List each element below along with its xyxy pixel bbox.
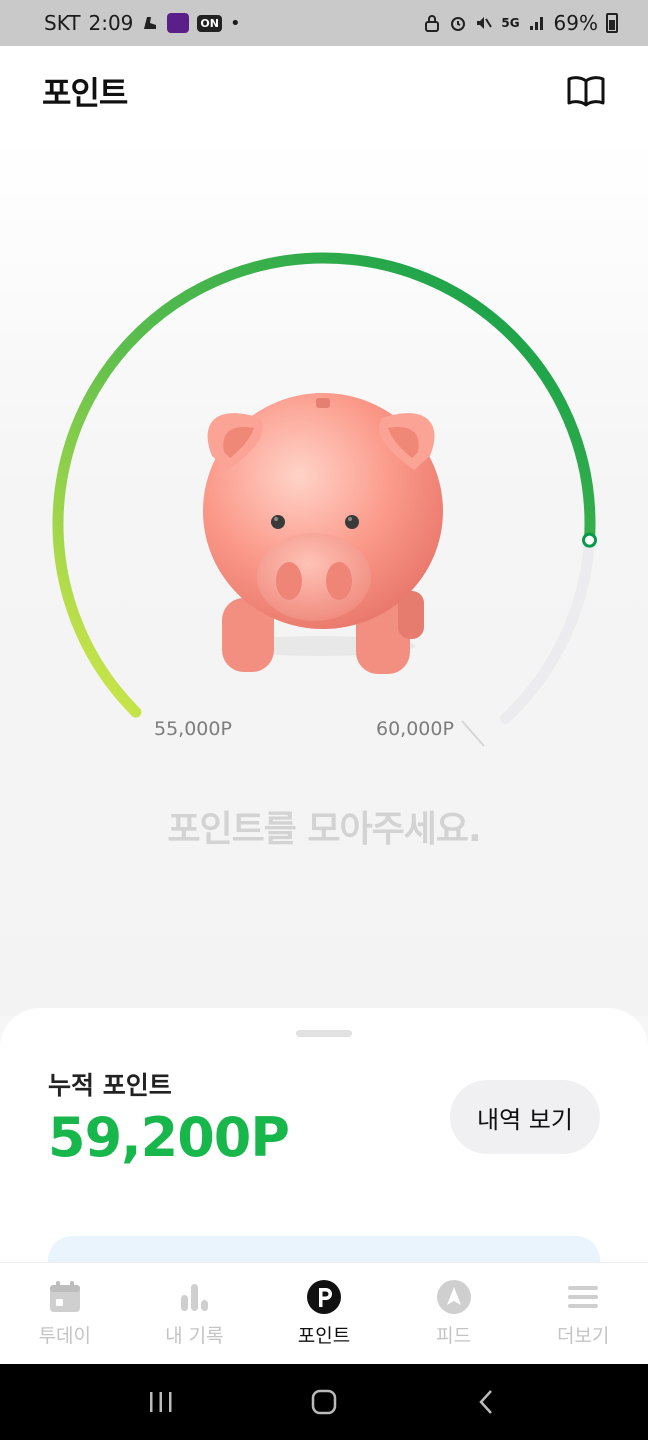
points-summary-sheet[interactable]: 누적 포인트 59,200P 내역 보기 bbox=[0, 1008, 648, 1296]
tab-more[interactable]: 더보기 bbox=[518, 1263, 648, 1364]
tab-feed[interactable]: 피드 bbox=[389, 1263, 519, 1364]
tab-label-today: 투데이 bbox=[38, 1325, 92, 1347]
compass-icon bbox=[436, 1280, 471, 1314]
tab-label-points: 포인트 bbox=[297, 1325, 351, 1347]
system-navigation-bar bbox=[0, 1364, 648, 1440]
carrier: SKT bbox=[44, 11, 81, 35]
app-notification-icon bbox=[167, 13, 190, 33]
mute-icon bbox=[477, 17, 493, 29]
boot-icon bbox=[144, 17, 157, 29]
calendar-icon bbox=[49, 1281, 80, 1312]
gauge-marker bbox=[582, 532, 598, 548]
piggy-bank-illustration bbox=[203, 393, 443, 674]
bottom-tab-bar: 투데이 내 기록 포인트 피드 더보기 bbox=[0, 1262, 648, 1364]
point-icon bbox=[306, 1280, 341, 1314]
view-history-button[interactable]: 내역 보기 bbox=[450, 1080, 600, 1154]
points-gauge-area: 55,000P 60,000P 포인트를 모아주세요. bbox=[0, 136, 648, 1016]
page-title: 포인트 bbox=[42, 74, 128, 112]
tab-label-feed: 피드 bbox=[436, 1325, 472, 1347]
lock-icon bbox=[425, 15, 440, 32]
status-bar: SKT 2:09 ON • 5G 69% bbox=[0, 0, 648, 46]
recent-apps-icon[interactable] bbox=[146, 1387, 176, 1417]
gauge-max-label: 60,000P bbox=[376, 718, 454, 740]
gauge-min-label: 55,000P bbox=[154, 718, 232, 740]
gauge-max-tick bbox=[461, 720, 485, 747]
sheet-drag-handle[interactable] bbox=[296, 1030, 352, 1037]
network-type: 5G bbox=[501, 16, 520, 30]
points-gauge bbox=[52, 252, 598, 747]
status-left: SKT 2:09 ON • bbox=[44, 11, 241, 35]
gauge-track bbox=[499, 534, 595, 724]
book-icon[interactable] bbox=[566, 75, 606, 107]
bar-chart-icon bbox=[181, 1284, 209, 1311]
alarm-icon bbox=[451, 17, 466, 31]
tab-today[interactable]: 투데이 bbox=[0, 1263, 130, 1364]
tab-points[interactable]: 포인트 bbox=[259, 1263, 389, 1364]
on-badge-icon: ON bbox=[197, 14, 222, 32]
tab-label-more: 더보기 bbox=[556, 1325, 610, 1347]
signal-icon bbox=[529, 17, 543, 30]
menu-icon bbox=[568, 1286, 599, 1308]
clock: 2:09 bbox=[88, 11, 134, 35]
battery-percent: 69% bbox=[553, 11, 598, 35]
app-header: 포인트 bbox=[0, 46, 648, 136]
accumulated-points-value: 59,200P bbox=[48, 1106, 290, 1169]
home-icon[interactable] bbox=[309, 1387, 339, 1417]
tab-label-records: 내 기록 bbox=[165, 1325, 224, 1347]
accumulated-points-label: 누적 포인트 bbox=[48, 1071, 172, 1100]
tab-records[interactable]: 내 기록 bbox=[130, 1263, 260, 1364]
hint-message: 포인트를 모아주세요. bbox=[167, 809, 481, 850]
battery-icon bbox=[606, 13, 618, 33]
back-icon[interactable] bbox=[472, 1387, 502, 1417]
status-right: 5G 69% bbox=[423, 11, 618, 35]
more-notifications-icon: • bbox=[229, 12, 241, 34]
